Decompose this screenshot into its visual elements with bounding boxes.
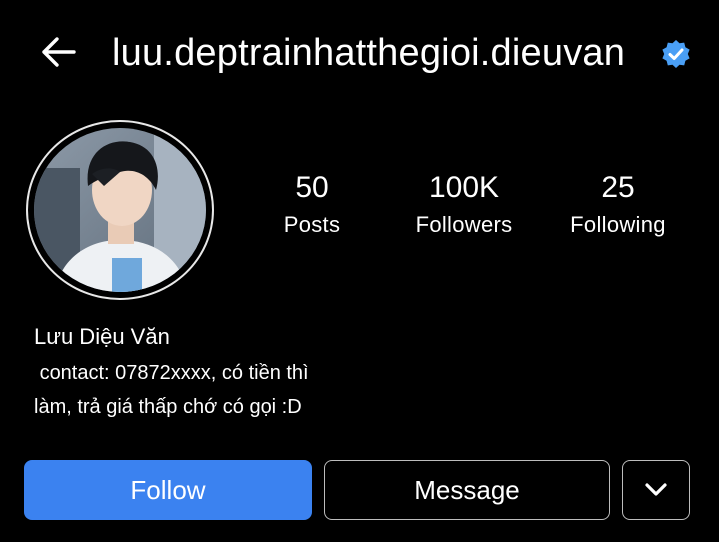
followers-stat[interactable]: 100K Followers xyxy=(394,170,534,240)
profile-name: Lưu Diệu Văn xyxy=(34,324,170,349)
profile-header: luu.deptrainhatthegioi.dieuvan xyxy=(0,0,719,100)
verified-badge-icon xyxy=(662,40,690,68)
arrow-left-icon xyxy=(42,37,76,67)
profile-username: luu.deptrainhatthegioi.dieuvan xyxy=(112,32,626,74)
back-button[interactable] xyxy=(36,30,80,74)
posts-stat[interactable]: 50 Posts xyxy=(242,170,382,240)
following-label: Following xyxy=(570,212,666,237)
follow-button[interactable]: Follow xyxy=(24,460,312,520)
avatar[interactable] xyxy=(34,128,206,292)
more-options-button[interactable] xyxy=(622,460,690,520)
following-count: 25 xyxy=(601,171,635,204)
followers-count: 100K xyxy=(428,171,500,204)
profile-bio: contact: 07872xxxx, có tiền thì làm, trả… xyxy=(34,362,309,418)
followers-label: Followers xyxy=(415,212,513,237)
message-button[interactable]: Message xyxy=(324,460,610,520)
following-stat[interactable]: 25 Following xyxy=(548,170,688,240)
chevron-down-icon xyxy=(645,483,667,496)
posts-count: 50 xyxy=(295,171,329,204)
posts-label: Posts xyxy=(283,212,341,237)
